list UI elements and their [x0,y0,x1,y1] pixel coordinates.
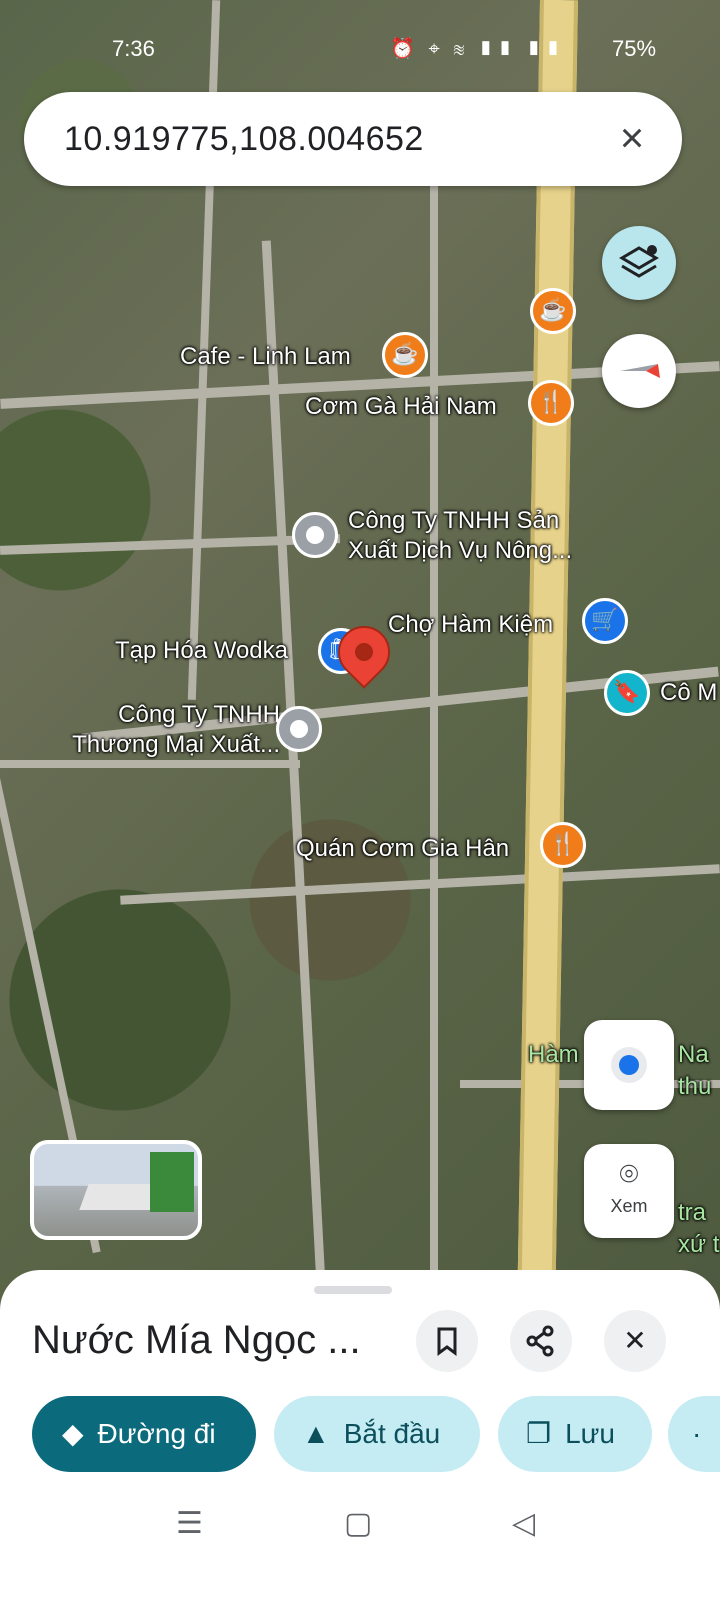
my-location-button[interactable] [584,1020,674,1110]
restaurant-icon[interactable]: 🍴 [540,822,586,868]
layers-button[interactable] [602,226,676,300]
poi-label[interactable]: Tạp Hóa Wodka [115,636,288,666]
place-title: Nước Mía Ngọc ... [32,1318,361,1362]
directions-button[interactable]: ◆ Đường đi [32,1396,256,1472]
bookmark-icon: ❐ [526,1418,552,1449]
status-icons: ⏰ ⌖ ≋ ▮▮ ▮▮ [390,38,565,60]
road [0,760,300,768]
directions-label: Đường đi [97,1418,216,1449]
lens-label: Xem [610,1196,648,1216]
close-icon[interactable]: × [606,112,658,164]
poi-label[interactable]: Cafe - Linh Lam [180,342,351,372]
save-button[interactable]: ❐ Lưu [498,1396,652,1472]
place-sheet[interactable]: Nước Mía Ngọc ... ✕ ◆ Đường đi ▲ Bắt đầu ❐… [0,1270,720,1600]
more-icon: · [692,1418,702,1449]
road [0,534,341,555]
close-button[interactable]: ✕ [604,1310,666,1372]
bookmark-icon [437,1327,457,1356]
start-label: Bắt đầu [343,1418,441,1449]
poi-label: tra [678,1199,707,1226]
lens-button[interactable]: ⌾ Xem [584,1144,674,1238]
poi-label[interactable]: Chợ Hàm Kiệm [388,610,553,640]
restaurant-icon[interactable]: 🍴 [528,380,574,426]
bookmark-button[interactable] [416,1310,478,1372]
share-icon [526,1325,554,1357]
road [430,180,438,1320]
more-button[interactable]: · [668,1396,720,1472]
shopping-cart-icon[interactable]: 🛒 [582,598,628,644]
poi-label[interactable]: Công Ty TNHH Thương Mại Xuất... [40,700,280,760]
poi-label: Na [678,1041,709,1068]
compass-button[interactable] [602,334,676,408]
map-view[interactable]: 7:36 ⏰ ⌖ ≋ ▮▮ ▮▮ 75% 10.919775,108.00465… [0,0,720,1320]
street-view-thumbnail[interactable] [30,1140,202,1240]
poi-label: Hàm [528,1041,579,1068]
drag-handle[interactable] [314,1286,392,1294]
search-query[interactable]: 10.919775,108.004652 [64,120,424,159]
poi-label: xứ t [678,1231,720,1258]
save-label: Lưu [565,1418,615,1449]
close-icon: ✕ [623,1325,647,1356]
place-icon[interactable] [292,512,338,558]
poi-label[interactable]: Cơm Gà Hải Nam [305,392,497,422]
poi-label[interactable]: Quán Cơm Gia Hân [296,834,509,864]
road [120,864,720,905]
poi-label[interactable]: Công Ty TNHH Sản Xuất Dịch Vụ Nông... [348,506,598,566]
my-location-icon [611,1047,647,1083]
layers-icon [619,245,659,278]
place-icon[interactable] [276,706,322,752]
start-button[interactable]: ▲ Bắt đầu [274,1396,480,1472]
cafe-icon[interactable]: ☕ [530,288,576,334]
menu-icon[interactable]: ☰ [176,1506,203,1541]
poi-label[interactable]: Cô M [660,678,717,708]
status-bar: 7:36 ⏰ ⌖ ≋ ▮▮ ▮▮ 75% [0,30,720,66]
battery-level: 75% [612,36,657,61]
system-nav-bar: ☰ ▢ ◁ [0,1500,720,1550]
compass-icon [620,364,660,378]
highway [516,0,578,1320]
cafe-icon[interactable]: ☕ [382,332,428,378]
poi-label: thu [678,1073,712,1100]
home-icon[interactable]: ▢ [344,1506,372,1541]
directions-icon: ◆ [62,1418,84,1449]
status-time: 7:36 [112,36,155,61]
share-button[interactable] [510,1310,572,1372]
navigation-arrow-icon: ▲ [302,1418,330,1449]
bookmark-icon[interactable]: 🔖 [604,670,650,716]
street-view-shop [150,1152,194,1212]
camera-search-icon: ⌾ [619,1156,639,1192]
back-icon[interactable]: ◁ [512,1506,535,1541]
search-bar[interactable]: 10.919775,108.004652 × [24,92,682,186]
